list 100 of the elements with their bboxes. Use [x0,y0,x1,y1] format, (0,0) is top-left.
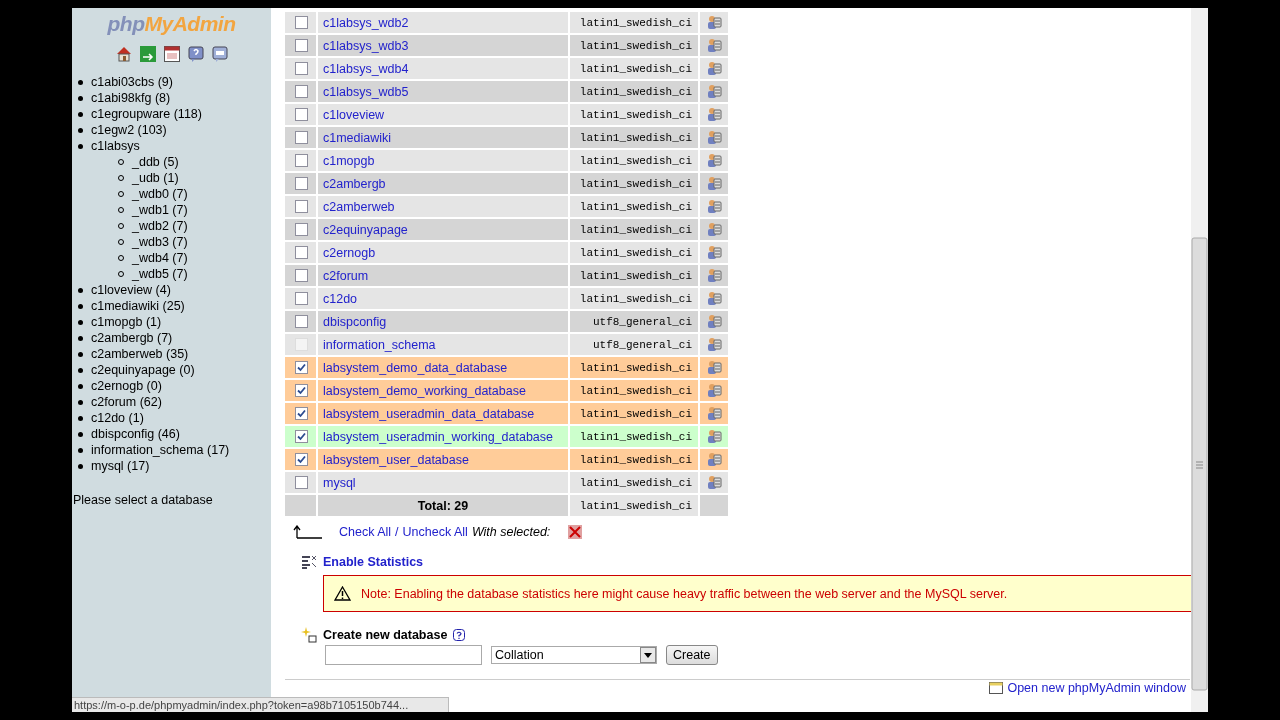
enable-statistics-link[interactable]: Enable Statistics [323,555,424,569]
database-name-link[interactable]: c12do [318,291,358,306]
row-checkbox[interactable] [295,131,308,144]
drop-icon[interactable] [568,525,583,539]
row-checkbox[interactable] [295,361,308,374]
row-checkbox[interactable] [295,476,308,489]
database-name-link[interactable]: c1labsys_wdb4 [318,61,409,76]
database-link[interactable]: c1labsys [91,138,140,154]
row-checkbox[interactable] [295,39,308,52]
database-link[interactable]: dbispconfig (46) [91,426,180,442]
database-link[interactable]: c1mopgb (1) [91,314,162,330]
row-checkbox[interactable] [295,16,308,29]
database-users-icon[interactable] [706,360,722,375]
database-name-link[interactable]: labsystem_demo_working_database [318,383,526,398]
query-window-icon[interactable] [211,46,228,62]
database-users-icon[interactable] [706,130,722,145]
database-link[interactable]: _udb (1) [132,170,179,186]
database-name-link[interactable]: labsystem_demo_data_database [318,360,508,375]
database-link[interactable]: c1abi03cbs (9) [91,74,173,90]
database-name-link[interactable]: c1labsys_wdb3 [318,38,409,53]
help-icon[interactable] [453,629,466,641]
row-checkbox[interactable] [295,223,308,236]
row-checkbox[interactable] [295,108,308,121]
database-users-icon[interactable] [706,245,722,260]
database-link[interactable]: _wdb5 (7) [132,266,188,282]
database-name-field[interactable] [325,645,482,665]
database-link[interactable]: _wdb3 (7) [132,234,188,250]
database-name-link[interactable]: c2amberweb [318,199,395,214]
database-link[interactable]: information_schema (17) [91,442,230,458]
create-button[interactable]: Create [666,645,718,665]
database-name-link[interactable]: labsystem_useradmin_data_database [318,406,535,421]
database-link[interactable]: c1loveview (4) [91,282,171,298]
database-users-icon[interactable] [706,429,722,444]
collation-dropdown[interactable]: Collation [491,646,657,664]
row-checkbox[interactable] [295,85,308,98]
database-link[interactable]: _wdb0 (7) [132,186,188,202]
database-users-icon[interactable] [706,268,722,283]
row-checkbox[interactable] [295,407,308,420]
database-users-icon[interactable] [706,406,722,421]
database-name-link[interactable]: c2ernogb [318,245,376,260]
database-name-link[interactable]: c1labsys_wdb2 [318,15,409,30]
row-checkbox[interactable] [295,269,308,282]
row-checkbox[interactable] [295,246,308,259]
database-name-link[interactable]: c2forum [318,268,369,283]
database-users-icon[interactable] [706,475,722,490]
database-users-icon[interactable] [706,107,722,122]
database-link[interactable]: c2amberweb (35) [91,346,189,362]
uncheck-all-link[interactable]: Uncheck All [402,525,468,539]
database-name-link[interactable]: labsystem_user_database [318,452,469,467]
database-link[interactable]: _ddb (5) [132,154,179,170]
database-name-link[interactable]: c1loveview [318,107,385,122]
database-name-link[interactable]: c2equinyapage [318,222,408,237]
database-users-icon[interactable] [706,176,722,191]
database-users-icon[interactable] [706,383,722,398]
row-checkbox[interactable] [295,453,308,466]
database-link[interactable]: c1abi98kfg (8) [91,90,171,106]
database-users-icon[interactable] [706,38,722,53]
database-users-icon[interactable] [706,337,722,352]
database-name-link[interactable]: labsystem_useradmin_working_database [318,429,553,444]
database-link[interactable]: c1egroupware (118) [91,106,202,122]
row-checkbox[interactable] [295,384,308,397]
sql-window-icon[interactable] [163,46,180,62]
scrollbar[interactable] [1191,8,1208,712]
database-link[interactable]: c1egw2 (103) [91,122,167,138]
exit-icon[interactable] [139,46,156,62]
database-name-link[interactable]: mysql [318,475,356,490]
database-users-icon[interactable] [706,314,722,329]
database-name-link[interactable]: c1labsys_wdb5 [318,84,409,99]
row-checkbox[interactable] [295,200,308,213]
row-checkbox[interactable] [295,154,308,167]
database-users-icon[interactable] [706,153,722,168]
help-icon[interactable] [187,46,204,62]
row-checkbox[interactable] [295,315,308,328]
home-icon[interactable] [115,46,132,62]
database-users-icon[interactable] [706,15,722,30]
database-link[interactable]: c2ambergb (7) [91,330,173,346]
database-link[interactable]: _wdb4 (7) [132,250,188,266]
database-users-icon[interactable] [706,452,722,467]
database-name-link[interactable]: c1mopgb [318,153,375,168]
row-checkbox[interactable] [295,177,308,190]
database-users-icon[interactable] [706,291,722,306]
open-new-window-link[interactable]: Open new phpMyAdmin window [1007,681,1186,695]
check-all-link[interactable]: Check All [339,525,392,539]
database-name-link[interactable]: c2ambergb [318,176,386,191]
database-link[interactable]: _wdb1 (7) [132,202,188,218]
database-name-link[interactable]: dbispconfig [318,314,387,329]
database-users-icon[interactable] [706,84,722,99]
database-link[interactable]: c1mediawiki (25) [91,298,185,314]
database-users-icon[interactable] [706,222,722,237]
row-checkbox[interactable] [295,62,308,75]
database-link[interactable]: c12do (1) [91,410,144,426]
database-link[interactable]: mysql (17) [91,458,150,474]
row-checkbox[interactable] [295,430,308,443]
database-users-icon[interactable] [706,61,722,76]
row-checkbox[interactable] [295,292,308,305]
database-link[interactable]: c2ernogb (0) [91,378,162,394]
database-users-icon[interactable] [706,199,722,214]
database-link[interactable]: _wdb2 (7) [132,218,188,234]
database-link[interactable]: c2equinyapage (0) [91,362,195,378]
database-link[interactable]: c2forum (62) [91,394,162,410]
